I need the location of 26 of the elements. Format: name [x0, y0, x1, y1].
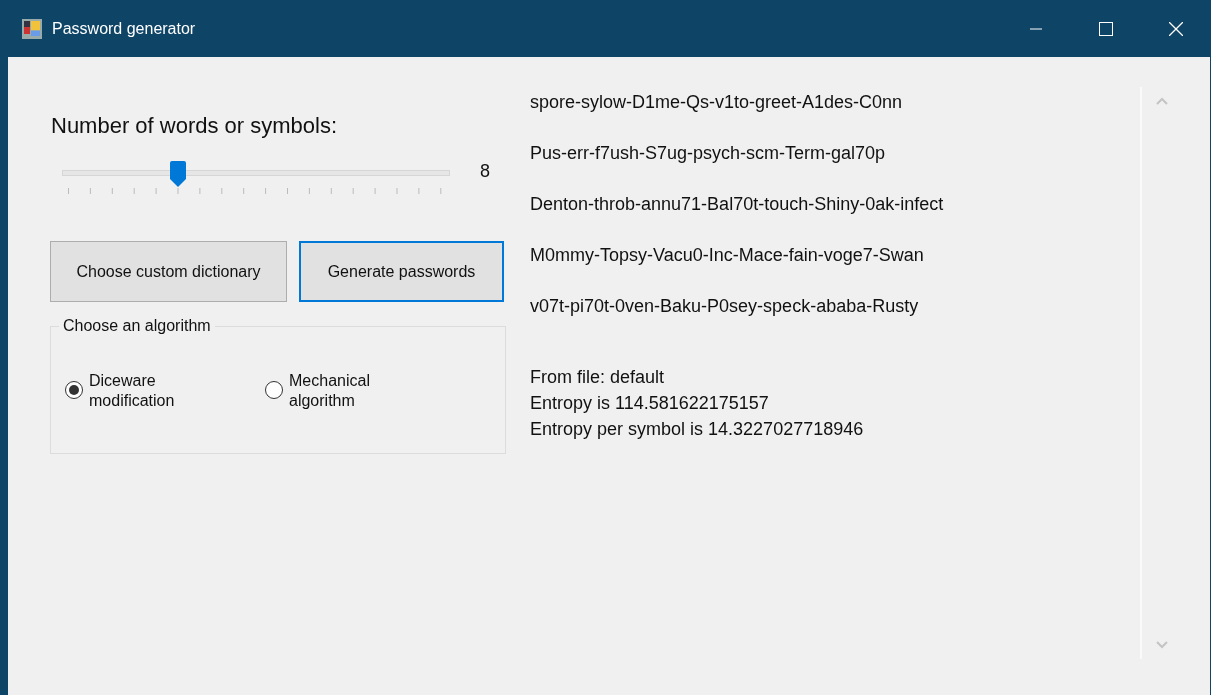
dictionary-button[interactable]: Choose custom dictionary — [50, 241, 287, 302]
password-text: M0mmy-Topsy-Vacu0-Inc-Mace-fain-voge7-Swan — [530, 245, 924, 265]
window-title: Password generator — [52, 19, 196, 38]
radio-button[interactable] — [65, 381, 83, 399]
generate-button[interactable]: Generate passwords — [299, 241, 504, 302]
radio-label: Mechanical algorithm — [289, 371, 371, 411]
radio-button[interactable] — [265, 381, 283, 399]
info-text: Entropy is 114.581622175157 — [530, 393, 769, 413]
password-text: Denton-throb-annu71-Bal70t-touch-Shiny-0ak-infect — [530, 194, 944, 214]
password-text: spore-sylow-D1me-Qs-v1to-greet-A1des-C0nn — [530, 92, 903, 112]
radio-label: Diceware modification — [89, 371, 176, 411]
slider-thumb[interactable] — [169, 161, 188, 187]
minimize-icon — [1030, 27, 1042, 30]
group-title: Choose an algorithm — [59, 317, 215, 335]
password-text: v07t-pi70t-0ven-Baku-P0sey-speck-ababa-Rusty — [530, 296, 919, 316]
scroll-down-icon[interactable] — [1156, 641, 1168, 649]
maximize-icon — [1099, 21, 1113, 36]
slider-label: Number of words or symbols: — [51, 113, 339, 139]
slider-track[interactable] — [62, 161, 450, 195]
info-text: Entropy per symbol is 14.3227027718946 — [530, 419, 864, 439]
slider-value: 8 — [480, 161, 490, 182]
app-icon — [22, 18, 42, 39]
scroll-up-icon[interactable] — [1156, 97, 1168, 105]
info-text: From file: default — [530, 367, 665, 387]
password-text: Pus-err-f7ush-S7ug-psych-scm-Term-gal70p — [530, 143, 886, 163]
close-icon — [1169, 21, 1183, 36]
